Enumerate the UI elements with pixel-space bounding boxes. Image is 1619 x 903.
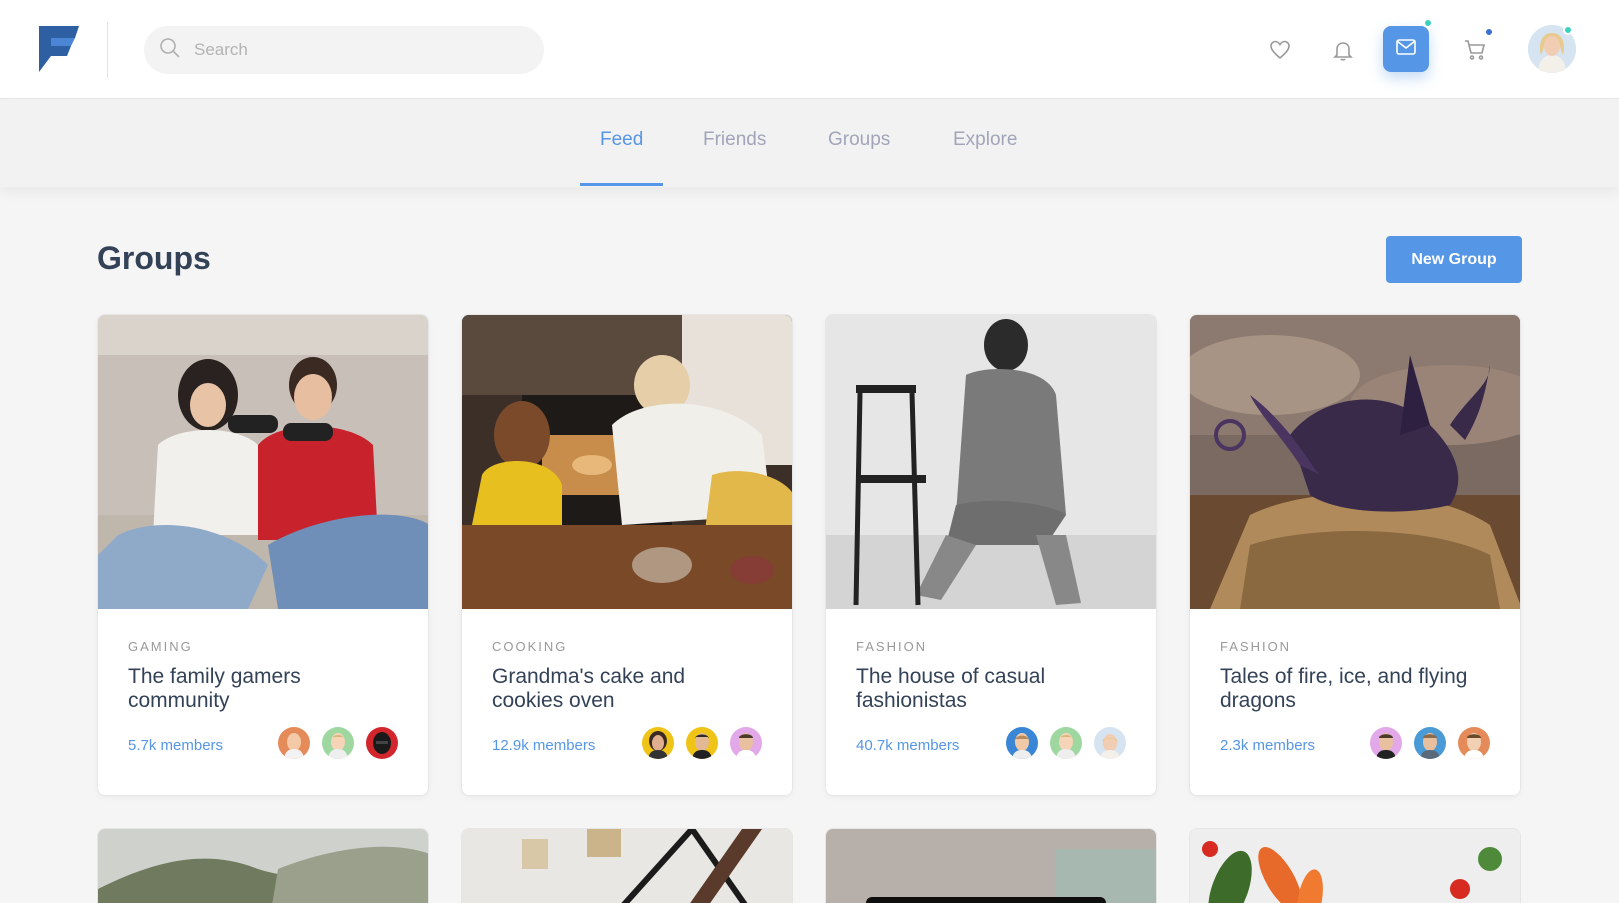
avatar[interactable] [684,725,720,761]
section-tabs: Feed Friends Groups Explore [0,99,1619,187]
group-cover-image [462,829,792,903]
group-card[interactable] [825,828,1157,903]
cart-notification-dot [1484,27,1494,37]
group-member-count[interactable]: 5.7k members [128,737,223,754]
heart-icon[interactable] [1260,30,1300,70]
page-title: Groups [97,240,211,276]
search-bar[interactable] [144,26,544,74]
avatar[interactable] [1092,725,1128,761]
group-card[interactable]: GAMING The family gamers community 5.7k … [97,314,429,796]
group-card[interactable]: FASHION The house of casual fashionistas… [825,314,1157,796]
mail-icon [1394,35,1418,64]
group-cover-image [1190,829,1520,903]
member-avatars [632,725,764,761]
new-group-button[interactable]: New Group [1386,236,1522,283]
online-status-dot [1563,25,1573,35]
tab-friends[interactable]: Friends [703,129,766,151]
avatar[interactable] [1048,725,1084,761]
avatar[interactable] [276,725,312,761]
group-member-count[interactable]: 40.7k members [856,737,959,754]
group-card[interactable] [1189,828,1521,903]
group-cover-image [98,315,428,609]
logo-divider [107,22,108,78]
tab-feed[interactable]: Feed [600,129,643,151]
app-logo-icon[interactable] [37,24,81,74]
avatar[interactable] [364,725,400,761]
group-cover-image [98,829,428,903]
group-title[interactable]: The family gamers community [128,665,398,713]
avatar[interactable] [640,725,676,761]
member-avatars [1360,725,1492,761]
avatar[interactable] [320,725,356,761]
group-card[interactable] [461,828,793,903]
member-avatars [268,725,400,761]
group-card[interactable] [97,828,429,903]
group-title[interactable]: Tales of fire, ice, and flying dragons [1220,665,1490,713]
avatar[interactable] [1368,725,1404,761]
group-category: COOKING [492,639,568,654]
avatar[interactable] [1412,725,1448,761]
group-card[interactable]: FASHION Tales of fire, ice, and flying d… [1189,314,1521,796]
mail-notification-dot [1423,18,1433,28]
group-title[interactable]: The house of casual fashionistas [856,665,1126,713]
tab-explore[interactable]: Explore [953,129,1017,151]
search-icon [158,36,182,65]
avatar[interactable] [728,725,764,761]
group-member-count[interactable]: 12.9k members [492,737,595,754]
avatar[interactable] [1004,725,1040,761]
group-cover-image [826,829,1156,903]
mail-button[interactable] [1383,26,1429,72]
member-avatars [996,725,1128,761]
group-category: GAMING [128,639,193,654]
group-title[interactable]: Grandma's cake and cookies oven [492,665,762,713]
group-member-count[interactable]: 2.3k members [1220,737,1315,754]
search-input[interactable] [194,40,514,60]
group-cover-image [826,315,1156,609]
group-category: FASHION [856,639,928,654]
group-cover-image [1190,315,1520,609]
bell-icon[interactable] [1323,30,1363,70]
top-navbar [0,0,1619,99]
group-cover-image [462,315,792,609]
tab-groups[interactable]: Groups [828,129,890,151]
group-card[interactable]: COOKING Grandma's cake and cookies oven … [461,314,793,796]
active-tab-indicator [580,183,663,186]
avatar[interactable] [1456,725,1492,761]
group-category: FASHION [1220,639,1292,654]
